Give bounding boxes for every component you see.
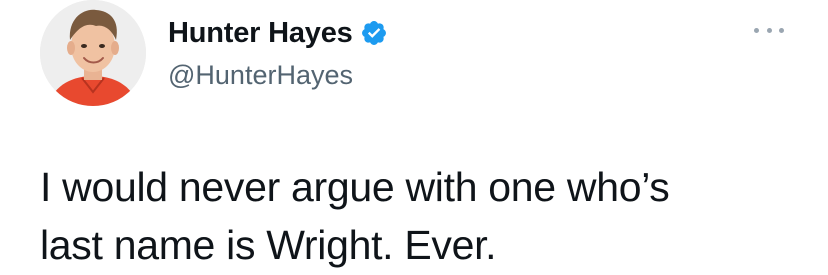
- more-options-button[interactable]: [754, 22, 784, 38]
- more-options-dot: [766, 27, 772, 33]
- verified-badge-icon: [360, 19, 388, 47]
- display-name[interactable]: Hunter Hayes: [168, 17, 353, 50]
- more-options-icon: [754, 27, 759, 33]
- tweet-card: Hunter Hayes @HunterHayes I would never …: [0, 0, 828, 275]
- user-handle[interactable]: @HunterHayes: [168, 60, 388, 91]
- more-options-dot: [779, 27, 784, 33]
- profile-photo-icon: [40, 0, 146, 106]
- name-row: Hunter Hayes: [168, 14, 388, 52]
- avatar[interactable]: [40, 0, 146, 106]
- author-block: Hunter Hayes @HunterHayes: [168, 14, 388, 91]
- tweet-text: I would never argue with one who’s last …: [40, 164, 670, 268]
